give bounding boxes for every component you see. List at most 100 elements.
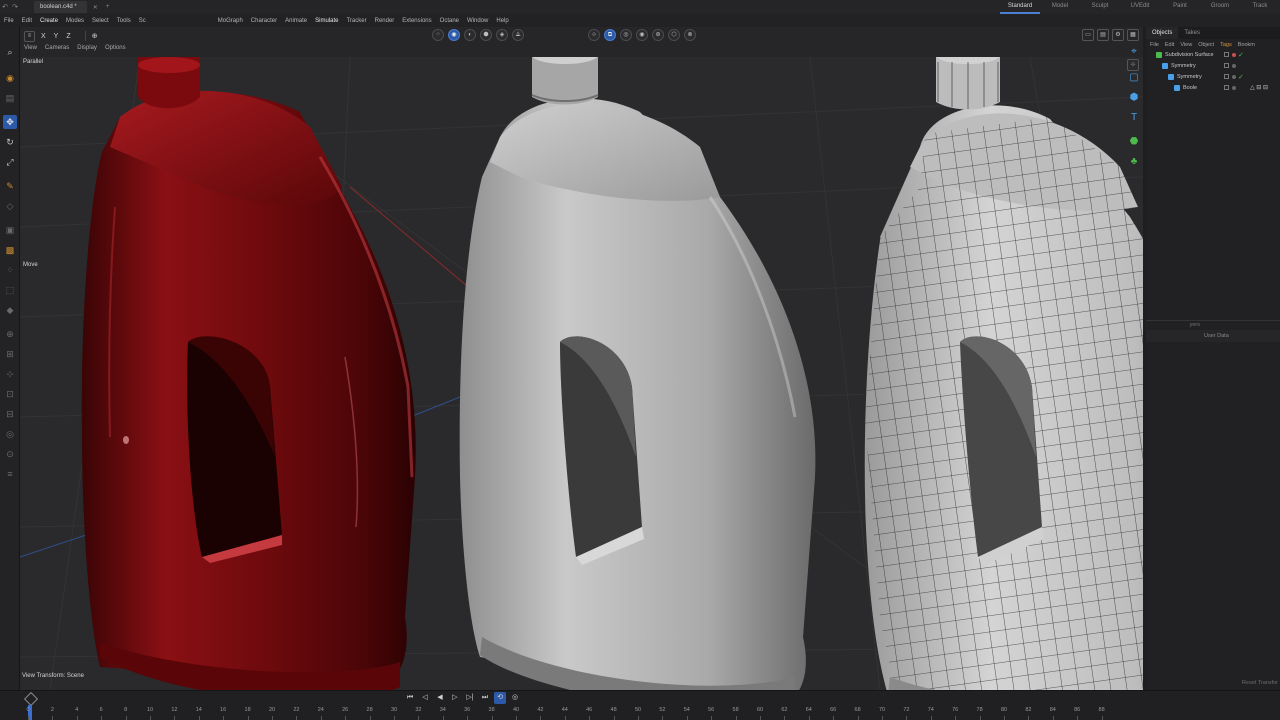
editor-visibility-toggle[interactable]: [1224, 85, 1229, 90]
previous-key-icon[interactable]: ◁: [419, 692, 431, 704]
document-tab[interactable]: boolean.c4d *: [34, 1, 87, 13]
layout-standard[interactable]: Standard: [1000, 0, 1040, 14]
polygons-mode-icon[interactable]: ◆: [3, 303, 17, 317]
enabled-check-icon[interactable]: ✓: [1238, 50, 1244, 61]
points-mode-icon[interactable]: ⁘: [3, 263, 17, 277]
scale-tool-icon[interactable]: ⤢: [3, 155, 17, 169]
rotate-tool-icon[interactable]: ↻: [3, 135, 17, 149]
object-row-boole[interactable]: Boole △ ⊟ ⊟: [1146, 83, 1280, 94]
axis-mode-button[interactable]: ⟁: [512, 29, 524, 41]
menu-tracker[interactable]: Tracker: [346, 18, 366, 24]
editor-visibility-toggle[interactable]: [1224, 74, 1229, 79]
om-menu-file[interactable]: File: [1150, 42, 1159, 48]
close-icon[interactable]: ✕: [93, 4, 98, 11]
menu-file[interactable]: File: [4, 18, 14, 24]
render-view-icon[interactable]: ▭: [1082, 29, 1094, 41]
layout-model[interactable]: Model: [1040, 0, 1080, 14]
menu-help[interactable]: Help: [496, 18, 508, 24]
object-row-symmetry-child[interactable]: Symmetry ✓: [1146, 72, 1280, 83]
undo-icon[interactable]: ↶: [0, 3, 10, 11]
viewport-menu-view[interactable]: View: [24, 45, 37, 51]
menu-create[interactable]: Create: [40, 18, 58, 24]
attribute-user-data-tab[interactable]: User Data: [1146, 330, 1280, 342]
render-visibility-dot[interactable]: [1232, 75, 1236, 79]
om-menu-edit[interactable]: Edit: [1165, 42, 1174, 48]
layout-paint[interactable]: Paint: [1160, 0, 1200, 14]
object-tags[interactable]: △ ⊟ ⊟: [1250, 83, 1268, 94]
frame-ruler[interactable]: 0 2 4 6 8 10 12 14 16 18 20 22 24 26 28 30 32 34 36 38 40 42 4…: [24, 705, 1280, 720]
object-row-symmetry[interactable]: Symmetry: [1146, 61, 1280, 72]
symmetry-button[interactable]: ⬡: [668, 29, 680, 41]
keyframe-icon[interactable]: [23, 691, 39, 707]
null-object-icon[interactable]: ⌖: [1127, 44, 1141, 58]
play-backward-icon[interactable]: ◀: [434, 692, 446, 704]
layout-groom[interactable]: Groom: [1200, 0, 1240, 14]
points-mode-button[interactable]: ⁘: [432, 29, 444, 41]
om-menu-bookmarks[interactable]: Bookm: [1238, 42, 1255, 48]
reset-transform-label[interactable]: Reset Transfor: [1242, 680, 1278, 686]
menu-tools[interactable]: Tools: [117, 18, 131, 24]
cube-icon[interactable]: ⬢: [1127, 90, 1141, 104]
viewport-menu-cameras[interactable]: Cameras: [45, 45, 69, 51]
layer-icon[interactable]: ≡: [3, 467, 17, 481]
layers-tab-partial[interactable]: yers: [1190, 322, 1200, 328]
tweak-mode-button[interactable]: ⊹: [588, 29, 600, 41]
polygons-mode-button[interactable]: ⬢: [480, 29, 492, 41]
model-mode-icon[interactable]: ▣: [3, 223, 17, 237]
record-icon[interactable]: ◎: [509, 692, 521, 704]
grid-icon[interactable]: ⊟: [3, 407, 17, 421]
layout-sculpt[interactable]: Sculpt: [1080, 0, 1120, 14]
viewport-menu-display[interactable]: Display: [77, 45, 97, 51]
edges-mode-icon[interactable]: ⬚: [3, 283, 17, 297]
menu-octane[interactable]: Octane: [440, 18, 459, 24]
workplane-button[interactable]: ◎: [620, 29, 632, 41]
enabled-check-icon[interactable]: ✓: [1238, 72, 1244, 83]
axis-icon[interactable]: ⊹: [3, 367, 17, 381]
snap-button[interactable]: ⧉: [604, 29, 616, 41]
workplane-icon[interactable]: ⊞: [3, 347, 17, 361]
snap-icon[interactable]: ⊕: [3, 327, 17, 341]
viewport-solo-icon[interactable]: ⊙: [3, 447, 17, 461]
redo-icon[interactable]: ↷: [10, 3, 20, 11]
loop-icon[interactable]: ⟲: [494, 692, 506, 704]
menu-mograph[interactable]: MoGraph: [218, 18, 243, 24]
interactive-render-icon[interactable]: ▦: [1127, 29, 1139, 41]
menu-spline-partial[interactable]: Sc: [139, 18, 146, 24]
menu-modes[interactable]: Modes: [66, 18, 84, 24]
lock-axis-button[interactable]: ⊗: [684, 29, 696, 41]
axis-x-button[interactable]: X: [41, 33, 46, 40]
go-to-start-icon[interactable]: ⏮: [404, 692, 416, 704]
menu-simulate[interactable]: Simulate: [315, 18, 338, 24]
editor-visibility-toggle[interactable]: [1224, 63, 1229, 68]
render-visibility-dot[interactable]: [1232, 86, 1236, 90]
panel-menu-icon[interactable]: ≡: [24, 30, 35, 42]
menu-edit[interactable]: Edit: [22, 18, 32, 24]
next-key-icon[interactable]: ▷|: [464, 692, 476, 704]
move-tool-icon[interactable]: ✥: [3, 115, 17, 129]
render-visibility-dot[interactable]: [1232, 64, 1236, 68]
cloner-icon[interactable]: ♣: [1127, 154, 1141, 168]
layout-track[interactable]: Track: [1240, 0, 1280, 14]
render-visibility-dot[interactable]: [1232, 53, 1236, 57]
om-menu-object[interactable]: Object: [1198, 42, 1214, 48]
add-tab-icon[interactable]: +: [106, 4, 110, 10]
viewport[interactable]: Parallel Move View Transform: Scene ⊹: [20, 57, 1143, 690]
quantize-button[interactable]: ◉: [636, 29, 648, 41]
coordinate-system-icon[interactable]: ⊕: [92, 32, 98, 40]
axis-z-button[interactable]: Z: [66, 33, 70, 40]
text-icon[interactable]: T: [1127, 110, 1141, 124]
om-menu-tags[interactable]: Tags: [1220, 42, 1232, 48]
texture-mode-icon[interactable]: ▩: [3, 243, 17, 257]
uv-mode-button[interactable]: ◈: [496, 29, 508, 41]
object-mode-button[interactable]: ◉: [448, 29, 460, 41]
menu-window[interactable]: Window: [467, 18, 488, 24]
layout-uvedit[interactable]: UVEdit: [1120, 0, 1160, 14]
lock-icon[interactable]: ⊡: [3, 387, 17, 401]
tab-objects[interactable]: Objects: [1146, 27, 1179, 39]
edges-mode-button[interactable]: ◐: [464, 29, 476, 41]
editor-visibility-toggle[interactable]: [1224, 52, 1229, 57]
render-settings-icon[interactable]: ⚙: [1112, 29, 1124, 41]
search-icon[interactable]: ⌕: [3, 45, 17, 59]
tab-takes[interactable]: Takes: [1178, 27, 1206, 39]
om-menu-view[interactable]: View: [1180, 42, 1192, 48]
